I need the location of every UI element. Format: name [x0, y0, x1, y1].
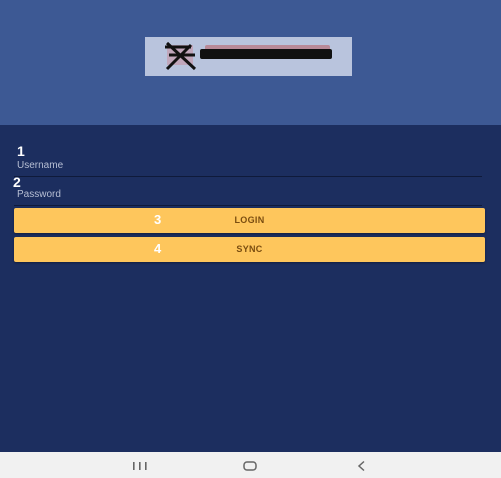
sync-button-label: SYNC: [236, 244, 263, 254]
back-icon: [357, 460, 365, 472]
password-field[interactable]: [14, 184, 482, 206]
recent-apps-button[interactable]: [128, 459, 152, 473]
login-button[interactable]: 3 LOGIN: [14, 208, 485, 233]
back-button[interactable]: [350, 459, 374, 473]
username-field[interactable]: [14, 155, 482, 177]
login-form: 1 2 3 LOGIN 4 SYNC: [0, 125, 501, 452]
company-logo: [145, 37, 352, 76]
recent-apps-icon: [133, 462, 147, 470]
login-screen: 1 2 3 LOGIN 4 SYNC: [0, 0, 501, 452]
home-icon: [243, 461, 257, 471]
system-nav-bar: [0, 452, 501, 478]
logo-mark-icon: [165, 41, 197, 71]
logo-text-redaction-bar: [200, 49, 332, 59]
username-input[interactable]: [17, 157, 477, 173]
login-button-label: LOGIN: [234, 215, 265, 225]
home-button[interactable]: [238, 459, 262, 473]
password-input[interactable]: [17, 186, 477, 202]
sync-button[interactable]: 4 SYNC: [14, 237, 485, 262]
app-header: [0, 0, 501, 125]
